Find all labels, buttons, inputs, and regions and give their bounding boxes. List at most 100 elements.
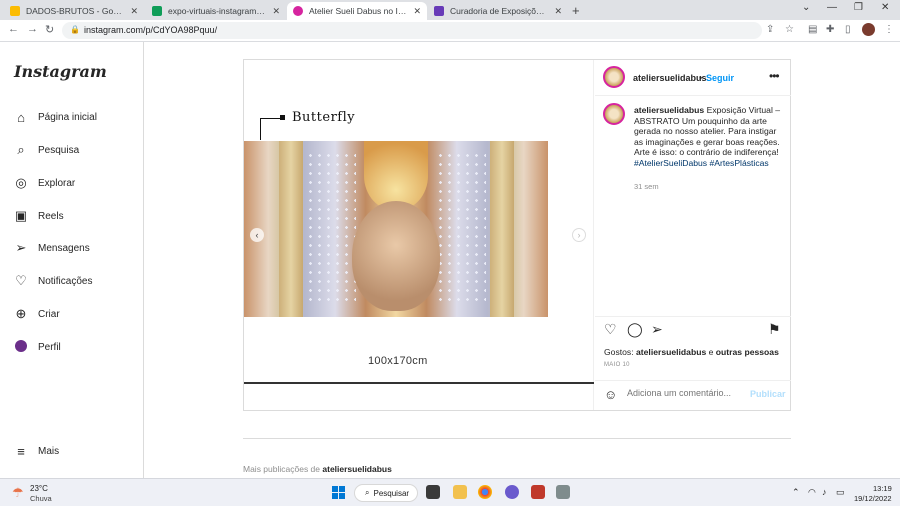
clock-time[interactable]: 13:19 bbox=[873, 484, 892, 493]
forward-icon[interactable]: → bbox=[27, 23, 38, 35]
art-center-shape bbox=[352, 201, 440, 311]
address-bar[interactable]: 🔒 instagram.com/p/CdYOA98Pquu/ bbox=[62, 22, 762, 39]
file-explorer-icon[interactable] bbox=[453, 485, 467, 499]
app-icon[interactable] bbox=[505, 485, 519, 499]
author-handle[interactable]: ateliersuelidabus bbox=[633, 73, 707, 83]
more-posts-heading: Mais publicações de ateliersuelidabus bbox=[243, 464, 392, 474]
tab-curadoria[interactable]: Curadoria de Exposições Online ✕ bbox=[428, 2, 568, 20]
divider bbox=[244, 382, 594, 384]
divider bbox=[243, 438, 791, 439]
start-button[interactable] bbox=[332, 486, 345, 499]
comment-icon[interactable]: ◯ bbox=[627, 321, 643, 338]
close-icon[interactable]: ✕ bbox=[413, 6, 421, 17]
tray-chevron-icon[interactable]: ⌃ bbox=[792, 487, 800, 498]
like-heart-icon[interactable]: ♡ bbox=[604, 321, 617, 338]
main-content: Butterfly ‹ › 100x170cm ateliersuelidabu… bbox=[145, 42, 900, 478]
caption-author[interactable]: ateliersuelidabus bbox=[634, 105, 704, 115]
sidebar-item-explore[interactable]: ◎ Explorar bbox=[12, 173, 75, 193]
heart-icon: ♡ bbox=[15, 273, 27, 288]
side-panel-icon[interactable]: ▯ bbox=[845, 24, 851, 35]
sidebar-item-home[interactable]: ⌂ Página inicial bbox=[12, 107, 97, 127]
send-icon: ➢ bbox=[15, 240, 27, 255]
close-icon[interactable]: ✕ bbox=[130, 6, 138, 17]
sidebar-item-label: Página inicial bbox=[38, 111, 97, 123]
sidebar-item-profile[interactable]: Perfil bbox=[12, 337, 61, 357]
publish-button[interactable]: Publicar bbox=[750, 389, 786, 399]
app-icon[interactable] bbox=[531, 485, 545, 499]
menu-icon[interactable]: ⋮ bbox=[884, 24, 894, 35]
window-close-icon[interactable]: ✕ bbox=[881, 2, 889, 13]
divider bbox=[595, 95, 791, 96]
tab-title: Atelier Sueli Dabus no Instagram bbox=[309, 6, 407, 16]
url-text[interactable]: instagram.com/p/CdYOA98Pquu/ bbox=[84, 25, 217, 35]
author-avatar[interactable] bbox=[603, 66, 625, 88]
sidebar-item-label: Mensagens bbox=[38, 242, 90, 254]
extension-doc-icon[interactable]: ▤ bbox=[808, 24, 817, 35]
artwork-image bbox=[244, 141, 548, 317]
tab-google-drive[interactable]: DADOS-BRUTOS - Google Drive ✕ bbox=[4, 2, 144, 20]
save-bookmark-icon[interactable]: ⚑ bbox=[768, 321, 781, 338]
next-arrow-icon[interactable]: › bbox=[572, 228, 586, 242]
art-pillar-right bbox=[490, 141, 514, 317]
share-send-icon[interactable]: ➢ bbox=[651, 321, 663, 338]
art-lace-left bbox=[306, 151, 356, 301]
sidebar-item-more[interactable]: ≡ Mais bbox=[12, 441, 59, 461]
comment-input[interactable] bbox=[627, 388, 737, 398]
weather-description[interactable]: Chuva bbox=[30, 494, 52, 503]
sidebar-item-reels[interactable]: ▣ Reels bbox=[12, 206, 64, 226]
volume-icon[interactable]: ♪ bbox=[822, 487, 827, 497]
sidebar-item-messages[interactable]: ➢ Mensagens bbox=[12, 238, 90, 258]
sidebar-item-label: Criar bbox=[38, 308, 60, 320]
divider bbox=[595, 380, 791, 381]
weather-temperature[interactable]: 23°C bbox=[30, 484, 48, 493]
new-tab-button[interactable]: + bbox=[572, 3, 580, 18]
follow-button[interactable]: Seguir bbox=[706, 73, 734, 83]
sidebar-item-label: Notificações bbox=[38, 275, 93, 287]
sidebar-item-create[interactable]: ⊕ Criar bbox=[12, 304, 60, 324]
tab-instagram[interactable]: Atelier Sueli Dabus no Instagram ✕ bbox=[287, 2, 427, 20]
instagram-sidebar: Instagram ⌂ Página inicial ⌕ Pesquisa ◎ … bbox=[0, 42, 144, 478]
tab-search-icon[interactable]: ⌄ bbox=[802, 2, 810, 13]
emoji-icon[interactable]: ☺ bbox=[604, 387, 617, 402]
post-media: Butterfly ‹ › 100x170cm bbox=[244, 60, 594, 410]
sidebar-item-label: Mais bbox=[38, 445, 60, 457]
battery-icon[interactable]: ▭ bbox=[836, 487, 845, 498]
tab-sheets[interactable]: expo-virtuais-instagram-2022 - I ✕ bbox=[146, 2, 286, 20]
bookmark-star-icon[interactable]: ☆ bbox=[785, 24, 794, 35]
weather-icon[interactable]: ☂ bbox=[12, 485, 24, 501]
taskbar-search[interactable]: ⌕ Pesquisar bbox=[354, 484, 418, 502]
search-icon: ⌕ bbox=[365, 488, 370, 497]
share-icon[interactable]: ⇪ bbox=[766, 24, 774, 35]
close-icon[interactable]: ✕ bbox=[554, 6, 562, 17]
windows-taskbar: ☂ 23°C Chuva ⌕ Pesquisar ⌃ ◠ ♪ ▭ 13:19 1… bbox=[0, 478, 900, 506]
compass-icon: ◎ bbox=[15, 175, 27, 190]
likes-user[interactable]: ateliersuelidabus bbox=[636, 347, 706, 357]
close-icon[interactable]: ✕ bbox=[272, 6, 280, 17]
reload-icon[interactable]: ↻ bbox=[45, 23, 54, 36]
likes-others[interactable]: outras pessoas bbox=[716, 347, 779, 357]
instagram-logo[interactable]: Instagram bbox=[14, 62, 107, 81]
minimize-icon[interactable]: — bbox=[827, 2, 837, 13]
caption-avatar[interactable] bbox=[603, 103, 625, 125]
lock-icon[interactable]: 🔒 bbox=[70, 25, 80, 34]
chrome-profile-avatar[interactable] bbox=[862, 23, 875, 36]
previous-arrow-icon[interactable]: ‹ bbox=[250, 228, 264, 242]
task-view-icon[interactable] bbox=[426, 485, 440, 499]
sidebar-item-label: Pesquisa bbox=[38, 144, 80, 156]
app-icon[interactable] bbox=[556, 485, 570, 499]
hamburger-icon: ≡ bbox=[17, 443, 25, 459]
art-pillar-left bbox=[279, 141, 303, 317]
chrome-icon[interactable] bbox=[478, 485, 492, 499]
extensions-puzzle-icon[interactable]: ✚ bbox=[826, 24, 834, 35]
maximize-icon[interactable]: ❐ bbox=[854, 2, 863, 13]
caption-hashtags[interactable]: #AtelierSueliDabus #ArtesPlásticas bbox=[634, 158, 769, 168]
sidebar-item-search[interactable]: ⌕ Pesquisa bbox=[12, 140, 79, 160]
wifi-icon[interactable]: ◠ bbox=[808, 487, 816, 498]
sidebar-item-notifications[interactable]: ♡ Notificações bbox=[12, 271, 92, 291]
post-sidebar: ateliersuelidabus • Seguir ••• ateliersu… bbox=[595, 60, 791, 410]
more-options-icon[interactable]: ••• bbox=[769, 69, 780, 83]
sidebar-item-label: Explorar bbox=[38, 177, 76, 189]
back-icon[interactable]: ← bbox=[8, 23, 19, 35]
clock-date[interactable]: 19/12/2022 bbox=[854, 494, 892, 503]
more-posts-user[interactable]: ateliersuelidabus bbox=[322, 464, 391, 474]
